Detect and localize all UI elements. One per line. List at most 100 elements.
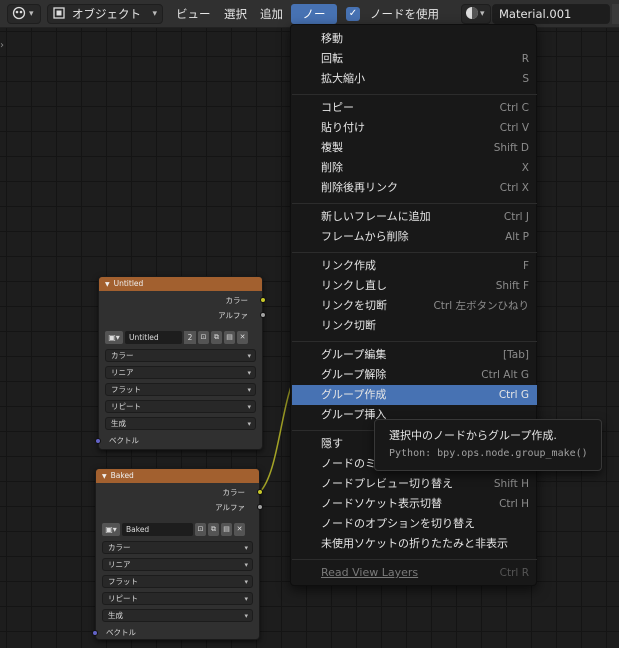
menu-item-preview-toggle[interactable]: ノードプレビュー切り替え Shift H [292, 474, 537, 494]
close-icon[interactable]: ✕ [237, 330, 248, 344]
menu-item-label: 貼り付け [321, 121, 365, 134]
menu-item-delete-reconnect[interactable]: 削除後再リンク Ctrl X [292, 178, 537, 198]
color-space-select[interactable]: カラー ▾ [102, 541, 253, 554]
socket-color[interactable] [257, 489, 263, 495]
editor-type-selector[interactable]: ▾ [7, 4, 41, 24]
menu-item-paste[interactable]: 貼り付け Ctrl V [292, 118, 537, 138]
collapse-triangle-icon[interactable]: ▼ [102, 473, 107, 480]
color-space-select[interactable]: カラー ▾ [105, 349, 256, 362]
menu-select[interactable]: 選択 [218, 4, 253, 24]
image-browse-icon[interactable]: ▣▾ [102, 522, 120, 536]
close-icon[interactable]: ✕ [234, 522, 245, 536]
image-browse-icon[interactable]: ▣▾ [105, 330, 123, 344]
image-texture-node[interactable]: ▼ Untitled カラー アルファ ▣▾ Untitled 2 ⊡ ⧉ ▤ ✕… [95, 276, 266, 450]
use-nodes-checkbox[interactable]: ✓ [346, 7, 360, 21]
sidebar-toggle-icon[interactable]: › [0, 40, 4, 51]
source-select[interactable]: 生成 ▾ [102, 609, 253, 622]
select-value: フラット [108, 577, 138, 586]
menu-item-scale[interactable]: 拡大縮小 S [292, 69, 537, 89]
menu-item-read-view-layers[interactable]: Read View Layers Ctrl R [292, 563, 537, 583]
menu-item-label: コピー [321, 101, 354, 114]
output-label: カラー [225, 296, 249, 305]
menu-item-shortcut: Ctrl H [499, 498, 529, 510]
projection-select[interactable]: フラット ▾ [102, 575, 253, 588]
tooltip-python: Python: bpy.ops.node.group_make() [389, 448, 588, 459]
duplicate-icon[interactable]: ⧉ [208, 522, 219, 536]
menu-item-shortcut: Shift D [493, 142, 529, 154]
fake-user-icon[interactable]: ⊡ [198, 330, 209, 344]
duplicate-icon[interactable]: ⧉ [211, 330, 222, 344]
menu-separator [292, 252, 537, 253]
object-mode-selector[interactable]: オブジェクト ▾ [47, 4, 163, 24]
menu-item-label: 回転 [321, 52, 343, 65]
menu-item-detach-links[interactable]: リンク切断 [292, 316, 537, 336]
menu-view[interactable]: ビュー [170, 4, 217, 24]
image-name-field[interactable]: Untitled [125, 330, 182, 344]
menu-item-label: グループ編集 [321, 348, 387, 361]
projection-select[interactable]: フラット ▾ [105, 383, 256, 396]
menu-item-copy[interactable]: コピー Ctrl C [292, 98, 537, 118]
input-label: ベクトル [106, 628, 136, 637]
material-type-selector[interactable]: ▾ [461, 4, 491, 24]
menu-separator [292, 559, 537, 560]
menu-item-shortcut: Ctrl J [503, 211, 529, 223]
open-file-icon[interactable]: ▤ [221, 522, 232, 536]
menu-item-group-make[interactable]: グループ作成 Ctrl G [292, 385, 537, 405]
select-value: 生成 [108, 611, 123, 620]
chevron-down-icon: ▾ [247, 420, 251, 428]
tooltip: 選択中のノードからグループ作成. Python: bpy.ops.node.gr… [374, 419, 602, 471]
interpolation-select[interactable]: リニア ▾ [105, 366, 256, 379]
fake-user-icon[interactable]: ⊡ [195, 522, 206, 536]
chevron-down-icon: ▾ [247, 403, 251, 411]
menu-item-join-frame[interactable]: 新しいフレームに追加 Ctrl J [292, 207, 537, 227]
collapse-triangle-icon[interactable]: ▼ [105, 281, 110, 288]
node-editor-icon [12, 6, 26, 23]
node-header[interactable]: ▼ Baked [96, 469, 259, 483]
interpolation-select[interactable]: リニア ▾ [102, 558, 253, 571]
chevron-down-icon: ▾ [29, 9, 34, 19]
menu-item-cut-links[interactable]: リンクを切断 Ctrl 左ボタンひねり [292, 296, 537, 316]
menu-item-options-toggle[interactable]: ノードのオプションを切り替え [292, 514, 537, 534]
menu-item-move[interactable]: 移動 [292, 29, 537, 49]
menu-separator [292, 94, 537, 95]
socket-alpha[interactable] [257, 504, 263, 510]
menu-item-label: 移動 [321, 32, 343, 45]
extension-select[interactable]: リピート ▾ [102, 592, 253, 605]
open-file-icon[interactable]: ▤ [224, 330, 235, 344]
input-vector: ベクトル [95, 434, 262, 448]
menu-item-label: 拡大縮小 [321, 72, 365, 85]
extension-select[interactable]: リピート ▾ [105, 400, 256, 413]
menu-item-make-link[interactable]: リンク作成 F [292, 256, 537, 276]
menu-item-rotate[interactable]: 回転 R [292, 49, 537, 69]
material-name-field[interactable]: Material.001 [492, 4, 610, 24]
select-value: リピート [111, 402, 141, 411]
menu-item-shortcut: Ctrl 左ボタンひねり [433, 300, 529, 312]
menu-item-label: ノードソケット表示切替 [321, 497, 442, 510]
output-alpha: アルファ [96, 500, 263, 515]
tooltip-title: 選択中のノードからグループ作成. [389, 429, 557, 442]
menu-add[interactable]: 追加 [254, 4, 289, 24]
menu-item-delete[interactable]: 削除 X [292, 158, 537, 178]
source-select[interactable]: 生成 ▾ [105, 417, 256, 430]
user-count[interactable]: 2 [184, 330, 196, 344]
socket-color[interactable] [260, 297, 266, 303]
image-name-field[interactable]: Baked [122, 522, 193, 536]
menu-item-duplicate[interactable]: 複製 Shift D [292, 138, 537, 158]
menu-item-remove-frame[interactable]: フレームから削除 Alt P [292, 227, 537, 247]
node-header[interactable]: ▼ Untitled [99, 277, 262, 291]
socket-vector[interactable] [95, 438, 101, 444]
socket-vector[interactable] [92, 630, 98, 636]
socket-alpha[interactable] [260, 312, 266, 318]
image-texture-node[interactable]: ▼ Baked カラー アルファ ▣▾ Baked ⊡ ⧉ ▤ ✕ カラー ▾ リニ… [92, 468, 263, 640]
menu-node[interactable]: ノード [291, 4, 337, 41]
menu-item-group-ungroup[interactable]: グループ解除 Ctrl Alt G [292, 365, 537, 385]
menu-item-socket-toggle[interactable]: ノードソケット表示切替 Ctrl H [292, 494, 537, 514]
chevron-down-icon: ▾ [244, 595, 248, 603]
menu-item-collapse-unused[interactable]: 未使用ソケットの折りたたみと非表示 [292, 534, 537, 554]
menu-item-group-edit[interactable]: グループ編集 [Tab] [292, 345, 537, 365]
menu-item-label: Read View Layers [321, 566, 419, 579]
menu-item-shortcut: Ctrl C [499, 102, 529, 114]
menu-item-relink[interactable]: リンクし直し Shift F [292, 276, 537, 296]
chevron-down-icon: ▾ [244, 544, 248, 552]
output-label: アルファ [215, 503, 245, 512]
